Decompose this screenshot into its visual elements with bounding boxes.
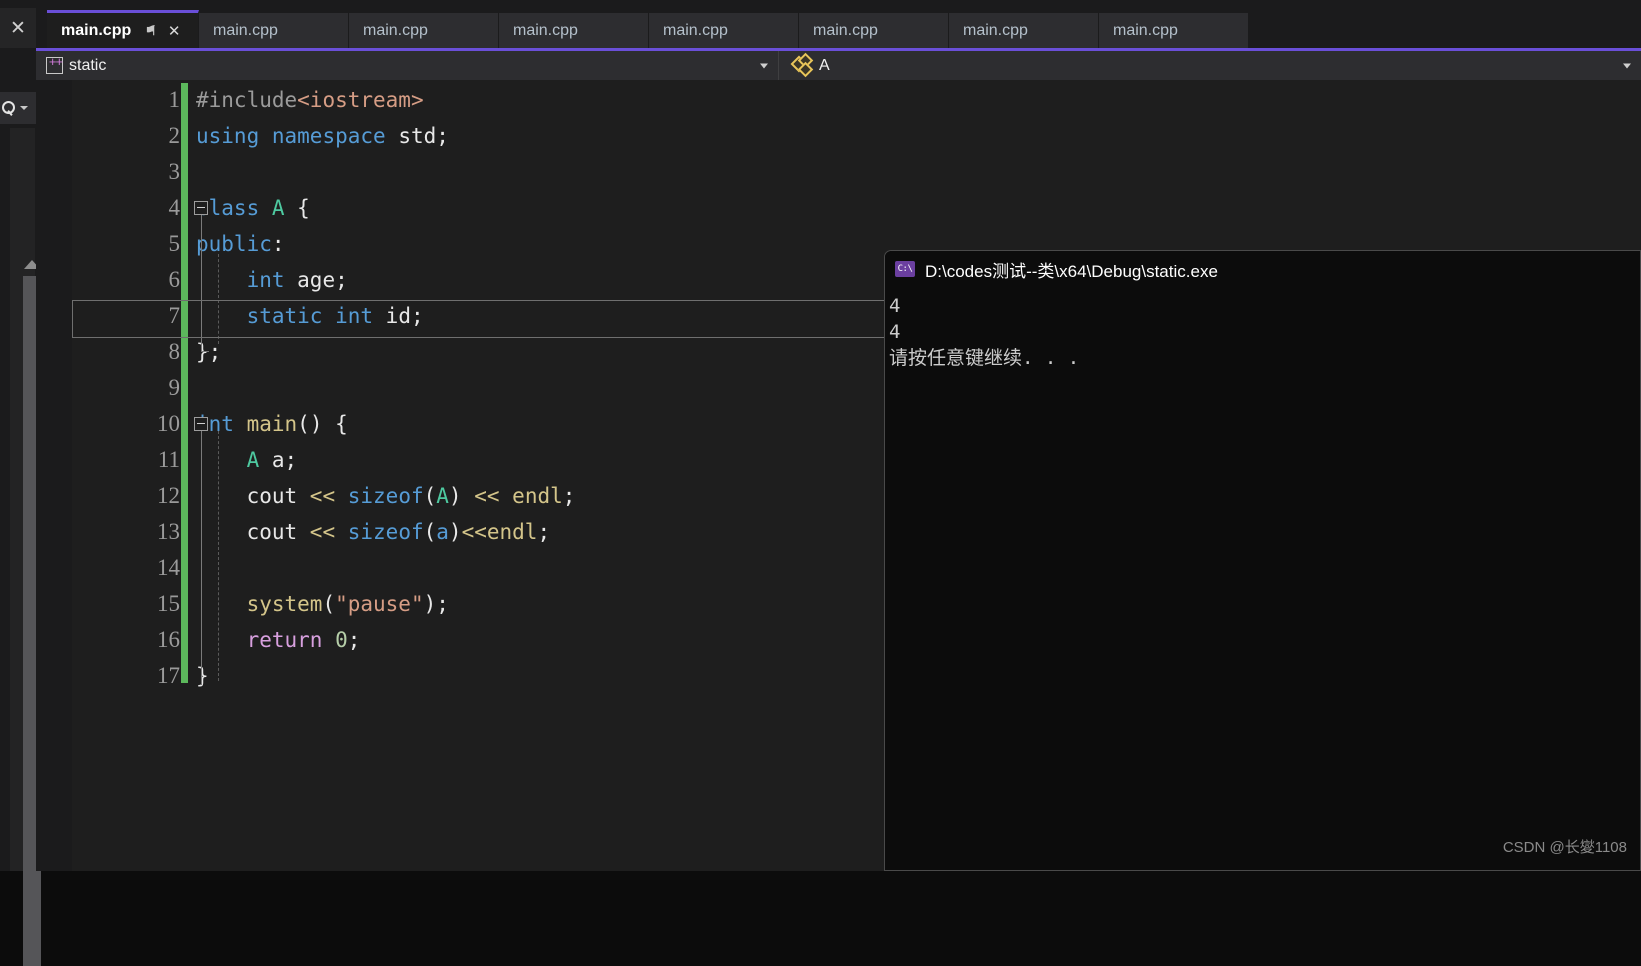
editor-tab[interactable]: main.cpp ⚑ ✕ xyxy=(47,10,199,48)
code-line: cout << sizeof(A) << endl; xyxy=(196,484,576,508)
code-line: public: xyxy=(196,232,285,256)
indent-guide-main-body xyxy=(218,431,219,681)
class-icon xyxy=(790,52,814,77)
line-number: 8 xyxy=(168,339,181,364)
line-number: 13 xyxy=(157,519,180,544)
editor-tab-bar: main.cpp ⚑ ✕ main.cpp main.cpp main.cpp main.c… xyxy=(36,0,1641,48)
editor-tab[interactable]: main.cpp xyxy=(1099,13,1249,48)
chevron-down-icon[interactable] xyxy=(760,63,768,68)
line-number: 11 xyxy=(157,447,180,472)
console-title-text: D:\codes测试--类\x64\Debug\static.exe xyxy=(925,261,1218,281)
editor-gutter[interactable] xyxy=(36,80,72,871)
code-line: cout << sizeof(a)<<endl; xyxy=(196,520,551,544)
code-line: #include<iostream> xyxy=(196,88,424,112)
search-icon xyxy=(2,100,17,116)
editor-tab[interactable]: main.cpp xyxy=(199,13,349,48)
scope-guide-class xyxy=(201,215,202,351)
editor-tab-label: main.cpp xyxy=(61,21,132,39)
console-output-line: 4 xyxy=(889,321,901,343)
chevron-down-icon[interactable] xyxy=(1623,63,1631,68)
editor-tab[interactable]: main.cpp xyxy=(649,13,799,48)
cpp-project-icon xyxy=(46,54,64,74)
code-line: } xyxy=(196,664,209,688)
close-panel-button[interactable]: ✕ xyxy=(0,8,36,48)
editor-tab[interactable]: main.cpp xyxy=(949,13,1099,48)
line-number: 16 xyxy=(157,627,180,652)
editor-tab-label: main.cpp xyxy=(513,21,578,39)
line-number: 4 xyxy=(168,195,181,220)
editor-tab-label: main.cpp xyxy=(1113,21,1178,39)
editor-tab-label: main.cpp xyxy=(963,21,1028,39)
editor-tab-label: main.cpp xyxy=(663,21,728,39)
line-number: 1 xyxy=(168,87,181,112)
scope-guide-class-foot xyxy=(201,351,209,352)
vertical-scrollbar[interactable] xyxy=(10,128,41,966)
code-line: class A { xyxy=(196,196,310,220)
member-scope-dropdown[interactable]: A xyxy=(779,51,1641,80)
console-output: 4 4 请按任意键继续. . . xyxy=(885,287,1640,371)
editor-tab[interactable]: main.cpp xyxy=(349,13,499,48)
code-line: static int id; xyxy=(246,304,424,328)
line-number: 7 xyxy=(168,303,181,328)
code-line: A a; xyxy=(246,448,298,472)
console-title-bar[interactable]: C:\ D:\codes测试--类\x64\Debug\static.exe xyxy=(885,251,1640,287)
project-scope-dropdown[interactable]: static xyxy=(36,51,779,80)
line-number: 3 xyxy=(168,159,181,184)
indent-guide-class-body xyxy=(218,254,219,344)
line-number: 10 xyxy=(157,411,180,436)
project-scope-label: static xyxy=(69,56,107,74)
code-line: using namespace std; xyxy=(196,124,449,148)
member-scope-label: A xyxy=(819,56,830,74)
visual-studio-window: ✕ main.cpp ⚑ ✕ main.cpp main.cpp main.cpp main… xyxy=(0,0,1641,966)
close-tab-icon[interactable]: ✕ xyxy=(168,22,181,40)
console-output-line: 4 xyxy=(889,295,901,317)
change-indicator-bar xyxy=(181,83,188,683)
chevron-down-icon[interactable] xyxy=(20,106,28,110)
code-line: return 0; xyxy=(246,628,361,652)
console-window[interactable]: C:\ D:\codes测试--类\x64\Debug\static.exe 4… xyxy=(884,250,1641,871)
line-number: 6 xyxy=(168,267,181,292)
csdn-watermark: CSDN @长夑1108 xyxy=(1502,839,1627,856)
editor-tab-label: main.cpp xyxy=(813,21,878,39)
scope-guide-main xyxy=(201,431,202,685)
line-number: 14 xyxy=(157,555,180,580)
line-number: 12 xyxy=(157,483,180,508)
line-number: 15 xyxy=(157,591,180,616)
line-number: 17 xyxy=(157,663,180,688)
pin-tab-icon[interactable]: ⚑ xyxy=(145,23,157,39)
console-output-line: 请按任意键继续. . . xyxy=(889,347,1080,369)
fold-toggle-class[interactable] xyxy=(194,201,208,215)
editor-tab-label: main.cpp xyxy=(213,21,278,39)
code-line: system("pause"); xyxy=(246,592,449,616)
line-number: 9 xyxy=(168,375,181,400)
search-tool-button[interactable] xyxy=(0,92,36,124)
editor-tab[interactable]: main.cpp xyxy=(799,13,949,48)
editor-tab[interactable]: main.cpp xyxy=(499,13,649,48)
line-number-column: 1 2 3 4 5 6 7 8 9 10 11 12 13 14 15 16 17 xyxy=(72,80,192,871)
left-tool-strip: ✕ xyxy=(0,0,41,966)
console-app-icon: C:\ xyxy=(895,261,915,277)
navigation-bar: static A xyxy=(36,51,1641,80)
close-icon: ✕ xyxy=(10,17,26,39)
editor-tab-label: main.cpp xyxy=(363,21,428,39)
line-number: 5 xyxy=(168,231,181,256)
line-number: 2 xyxy=(168,123,181,148)
fold-toggle-main[interactable] xyxy=(194,417,208,431)
